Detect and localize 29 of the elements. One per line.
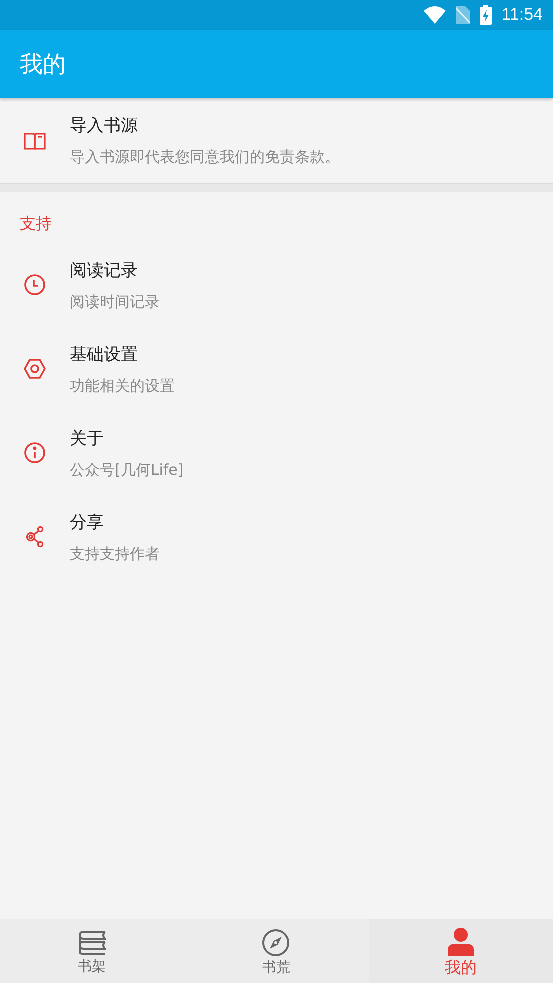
list-item[interactable]: 关于 公众号[几何Life] bbox=[0, 411, 553, 495]
item-subtitle: 功能相关的设置 bbox=[70, 376, 175, 396]
item-subtitle: 阅读时间记录 bbox=[70, 292, 160, 312]
item-subtitle: 支持支持作者 bbox=[70, 544, 160, 564]
item-title: 关于 bbox=[70, 428, 105, 450]
list-item[interactable]: 基础设置 功能相关的设置 bbox=[0, 327, 553, 411]
list-item[interactable]: 阅读记录 阅读时间记录 bbox=[0, 243, 553, 327]
wifi-icon bbox=[424, 6, 446, 24]
clock-time: 11:54 bbox=[502, 5, 543, 25]
list-item[interactable]: 导入书源 导入书源即代表您同意我们的免责条款。 bbox=[0, 98, 553, 183]
compass-icon bbox=[262, 929, 290, 957]
section-header: 支持 bbox=[19, 213, 53, 235]
battery-icon bbox=[480, 5, 492, 25]
item-title: 阅读记录 bbox=[70, 260, 139, 282]
item-title: 分享 bbox=[70, 512, 105, 534]
share-icon bbox=[26, 526, 44, 548]
item-title: 基础设置 bbox=[70, 344, 139, 366]
book-icon bbox=[24, 132, 46, 150]
settings-icon bbox=[24, 359, 46, 379]
no-sim-icon bbox=[456, 6, 470, 24]
item-subtitle: 公众号[几何Life] bbox=[70, 460, 184, 480]
item-title: 导入书源 bbox=[70, 115, 139, 137]
list-item[interactable]: 分享 支持支持作者 bbox=[0, 495, 553, 579]
person-icon bbox=[448, 928, 474, 956]
clock-icon bbox=[24, 274, 46, 296]
page-title: 我的 bbox=[20, 50, 66, 80]
info-icon bbox=[24, 442, 46, 464]
item-subtitle: 导入书源即代表您同意我们的免责条款。 bbox=[70, 148, 340, 167]
books-icon bbox=[78, 930, 106, 956]
